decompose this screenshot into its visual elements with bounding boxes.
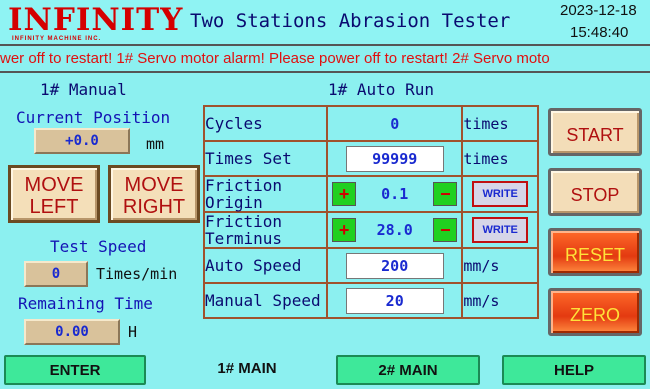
date-display: 2023-12-18: [560, 2, 637, 19]
auto-speed-row: Auto Speed 200 mm/s: [202, 247, 539, 284]
friction-origin-label-line2: Origin: [205, 193, 263, 212]
move-left-button[interactable]: MOVE LEFT: [8, 165, 100, 223]
friction-origin-cell: + 0.1 −: [326, 175, 464, 213]
manual-speed-unit: mm/s: [461, 282, 539, 319]
main2-tab[interactable]: 2# MAIN: [336, 355, 480, 385]
friction-origin-minus-button[interactable]: −: [433, 182, 458, 206]
main1-tab[interactable]: 1# MAIN: [176, 355, 318, 385]
auto-speed-cell: 200: [326, 247, 464, 284]
friction-terminus-minus-button[interactable]: −: [433, 218, 458, 242]
manual-speed-row: Manual Speed 20 mm/s: [202, 282, 539, 319]
help-button[interactable]: HELP: [502, 355, 646, 385]
start-button[interactable]: START: [548, 108, 642, 156]
times-set-input[interactable]: 99999: [345, 145, 444, 172]
times-set-unit: times: [461, 140, 539, 177]
friction-terminus-write-button[interactable]: WRITE: [472, 217, 529, 243]
auto-speed-label: Auto Speed: [202, 247, 329, 284]
friction-terminus-label-line2: Terminus: [205, 229, 283, 248]
auto-speed-input[interactable]: 200: [345, 252, 444, 279]
friction-terminus-label: Friction Terminus: [202, 211, 329, 249]
move-left-label-line1: MOVE: [24, 174, 84, 196]
friction-terminus-value: 28.0: [376, 221, 413, 239]
reset-button[interactable]: RESET: [548, 228, 642, 276]
friction-terminus-cell: + 28.0 −: [326, 211, 464, 249]
friction-origin-write-cell: WRITE: [461, 175, 539, 213]
stop-button[interactable]: STOP: [548, 168, 642, 216]
zero-button[interactable]: ZERO: [548, 288, 642, 336]
manual-speed-label: Manual Speed: [202, 282, 329, 319]
friction-origin-write-button[interactable]: WRITE: [472, 181, 529, 207]
move-left-label-line2: LEFT: [29, 196, 79, 218]
friction-origin-plus-button[interactable]: +: [332, 182, 357, 206]
remaining-time-unit: H: [128, 323, 138, 341]
remaining-time-label: Remaining Time: [18, 294, 153, 313]
friction-origin-label-line1: Friction: [205, 176, 283, 195]
alarm-ticker-text: wer off to restart! 1# Servo motor alarm…: [0, 50, 550, 67]
cycles-label: Cycles: [202, 105, 329, 142]
logo-subtitle: INFINITY MACHINE INC.: [12, 36, 102, 42]
enter-button[interactable]: ENTER: [4, 355, 146, 385]
move-right-button[interactable]: MOVE RIGHT: [108, 165, 200, 223]
test-speed-label: Test Speed: [50, 237, 147, 256]
manual-speed-input[interactable]: 20: [345, 287, 444, 314]
auto-run-table: Cycles 0 times Times Set 99999 times Fri…: [202, 105, 539, 319]
auto-speed-unit: mm/s: [461, 247, 539, 284]
friction-origin-label: Friction Origin: [202, 175, 329, 213]
logo-text: INFINITY: [8, 2, 184, 38]
manual-panel-title: 1# Manual: [40, 80, 127, 99]
cycles-value: 0: [390, 115, 400, 133]
current-position-value: +0.0: [34, 128, 130, 154]
remaining-time-value: 0.00: [24, 319, 120, 345]
test-speed-value: 0: [24, 261, 88, 287]
company-logo: INFINITY INFINITY MACHINE INC.: [8, 4, 182, 44]
time-display: 15:48:40: [570, 24, 629, 41]
friction-terminus-plus-button[interactable]: +: [332, 218, 357, 242]
friction-terminus-label-line1: Friction: [205, 212, 283, 231]
current-position-unit: mm: [146, 135, 165, 153]
cycles-row: Cycles 0 times: [202, 105, 539, 142]
times-set-label: Times Set: [202, 140, 329, 177]
times-set-cell: 99999: [326, 140, 464, 177]
app-title: Two Stations Abrasion Tester: [190, 10, 511, 32]
friction-terminus-write-cell: WRITE: [461, 211, 539, 249]
auto-panel-title: 1# Auto Run: [328, 80, 434, 99]
cycles-unit: times: [461, 105, 539, 142]
friction-terminus-row: Friction Terminus + 28.0 − WRITE: [202, 211, 539, 249]
current-position-label: Current Position: [16, 108, 171, 127]
alarm-ticker: wer off to restart! 1# Servo motor alarm…: [0, 47, 650, 73]
move-right-label-line1: MOVE: [124, 174, 184, 196]
times-set-row: Times Set 99999 times: [202, 140, 539, 177]
move-right-label-line2: RIGHT: [122, 196, 186, 218]
friction-origin-value: 0.1: [381, 185, 409, 203]
manual-speed-cell: 20: [326, 282, 464, 319]
friction-origin-row: Friction Origin + 0.1 − WRITE: [202, 175, 539, 213]
test-speed-unit: Times/min: [96, 265, 178, 283]
cycles-cell: 0: [326, 105, 464, 142]
